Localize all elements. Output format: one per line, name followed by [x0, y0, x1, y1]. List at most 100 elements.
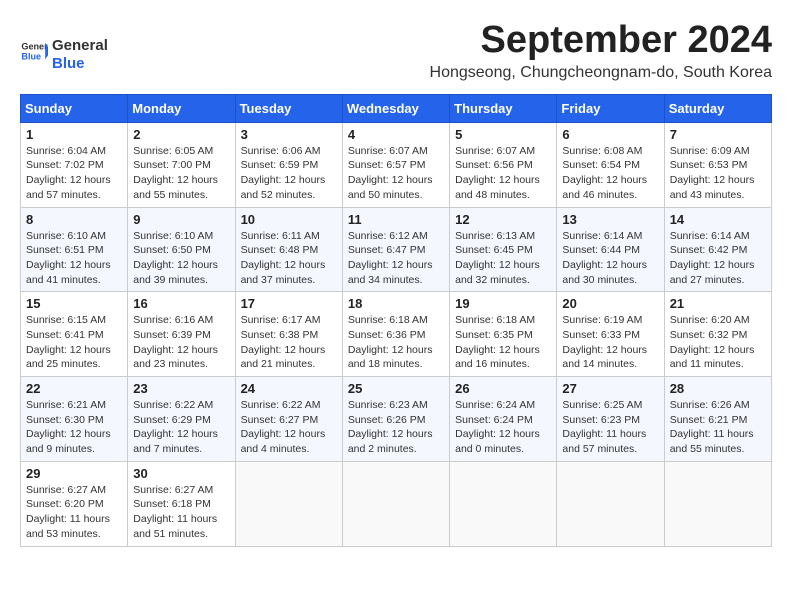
calendar-cell: 6 Sunrise: 6:08 AMSunset: 6:54 PMDaylight…	[557, 122, 664, 207]
day-info: Sunrise: 6:10 AMSunset: 6:50 PMDaylight:…	[133, 229, 229, 288]
calendar-cell: 1 Sunrise: 6:04 AMSunset: 7:02 PMDaylight…	[21, 122, 128, 207]
calendar-cell: 29 Sunrise: 6:27 AMSunset: 6:20 PMDayligh…	[21, 461, 128, 546]
day-number: 9	[133, 212, 229, 227]
calendar-cell: 23 Sunrise: 6:22 AMSunset: 6:29 PMDayligh…	[128, 377, 235, 462]
calendar-cell: 30 Sunrise: 6:27 AMSunset: 6:18 PMDayligh…	[128, 461, 235, 546]
day-number: 28	[670, 381, 766, 396]
calendar-cell: 7 Sunrise: 6:09 AMSunset: 6:53 PMDaylight…	[664, 122, 771, 207]
day-number: 17	[241, 296, 337, 311]
day-info: Sunrise: 6:10 AMSunset: 6:51 PMDaylight:…	[26, 229, 122, 288]
day-number: 30	[133, 466, 229, 481]
calendar-cell: 25 Sunrise: 6:23 AMSunset: 6:26 PMDayligh…	[342, 377, 449, 462]
day-number: 14	[670, 212, 766, 227]
day-info: Sunrise: 6:26 AMSunset: 6:21 PMDaylight:…	[670, 398, 766, 457]
day-info: Sunrise: 6:23 AMSunset: 6:26 PMDaylight:…	[348, 398, 444, 457]
calendar-cell: 17 Sunrise: 6:17 AMSunset: 6:38 PMDayligh…	[235, 292, 342, 377]
calendar-week-2: 8 Sunrise: 6:10 AMSunset: 6:51 PMDaylight…	[21, 207, 772, 292]
day-info: Sunrise: 6:13 AMSunset: 6:45 PMDaylight:…	[455, 229, 551, 288]
calendar-cell	[342, 461, 449, 546]
weekday-header-wednesday: Wednesday	[342, 94, 449, 122]
day-number: 27	[562, 381, 658, 396]
calendar-cell: 12 Sunrise: 6:13 AMSunset: 6:45 PMDayligh…	[450, 207, 557, 292]
calendar-cell: 5 Sunrise: 6:07 AMSunset: 6:56 PMDaylight…	[450, 122, 557, 207]
calendar-cell: 27 Sunrise: 6:25 AMSunset: 6:23 PMDayligh…	[557, 377, 664, 462]
day-number: 29	[26, 466, 122, 481]
calendar-cell: 8 Sunrise: 6:10 AMSunset: 6:51 PMDaylight…	[21, 207, 128, 292]
calendar-cell	[450, 461, 557, 546]
day-info: Sunrise: 6:08 AMSunset: 6:54 PMDaylight:…	[562, 144, 658, 203]
day-info: Sunrise: 6:18 AMSunset: 6:35 PMDaylight:…	[455, 313, 551, 372]
location-title: Hongseong, Chungcheongnam-do, South Kore…	[108, 64, 772, 82]
day-info: Sunrise: 6:22 AMSunset: 6:27 PMDaylight:…	[241, 398, 337, 457]
calendar-cell: 28 Sunrise: 6:26 AMSunset: 6:21 PMDayligh…	[664, 377, 771, 462]
calendar-cell: 24 Sunrise: 6:22 AMSunset: 6:27 PMDayligh…	[235, 377, 342, 462]
day-info: Sunrise: 6:22 AMSunset: 6:29 PMDaylight:…	[133, 398, 229, 457]
weekday-header-tuesday: Tuesday	[235, 94, 342, 122]
month-title: September 2024	[108, 20, 772, 62]
calendar-cell: 3Sunrise: 6:06 AMSunset: 6:59 PMDaylight…	[235, 122, 342, 207]
day-info: Sunrise: 6:09 AMSunset: 6:53 PMDaylight:…	[670, 144, 766, 203]
title-section: September 2024 Hongseong, Chungcheongnam…	[108, 20, 772, 82]
day-info: Sunrise: 6:05 AMSunset: 7:00 PMDaylight:…	[133, 144, 229, 203]
calendar-cell: 20 Sunrise: 6:19 AMSunset: 6:33 PMDayligh…	[557, 292, 664, 377]
day-number: 25	[348, 381, 444, 396]
day-number: 23	[133, 381, 229, 396]
day-info: Sunrise: 6:21 AMSunset: 6:30 PMDaylight:…	[26, 398, 122, 457]
day-info: Sunrise: 6:27 AMSunset: 6:18 PMDaylight:…	[133, 483, 229, 542]
day-info: Sunrise: 6:14 AMSunset: 6:42 PMDaylight:…	[670, 229, 766, 288]
calendar-cell: 11 Sunrise: 6:12 AMSunset: 6:47 PMDayligh…	[342, 207, 449, 292]
day-info: Sunrise: 6:06 AMSunset: 6:59 PMDaylight:…	[241, 144, 337, 203]
day-number: 5	[455, 127, 551, 142]
calendar-cell: 2 Sunrise: 6:05 AMSunset: 7:00 PMDaylight…	[128, 122, 235, 207]
day-info: Sunrise: 6:12 AMSunset: 6:47 PMDaylight:…	[348, 229, 444, 288]
calendar-week-1: 1 Sunrise: 6:04 AMSunset: 7:02 PMDaylight…	[21, 122, 772, 207]
weekday-header-monday: Monday	[128, 94, 235, 122]
calendar-cell: 22 Sunrise: 6:21 AMSunset: 6:30 PMDayligh…	[21, 377, 128, 462]
calendar-cell: 21Sunrise: 6:20 AMSunset: 6:32 PMDayligh…	[664, 292, 771, 377]
svg-text:Blue: Blue	[21, 52, 41, 62]
day-number: 2	[133, 127, 229, 142]
logo-text-line2: Blue	[52, 55, 108, 72]
weekday-header-sunday: Sunday	[21, 94, 128, 122]
day-number: 4	[348, 127, 444, 142]
calendar-cell	[235, 461, 342, 546]
day-info: Sunrise: 6:07 AMSunset: 6:56 PMDaylight:…	[455, 144, 551, 203]
day-info: Sunrise: 6:14 AMSunset: 6:44 PMDaylight:…	[562, 229, 658, 288]
calendar-week-5: 29 Sunrise: 6:27 AMSunset: 6:20 PMDayligh…	[21, 461, 772, 546]
calendar-table: SundayMondayTuesdayWednesdayThursdayFrid…	[20, 94, 772, 547]
day-info: Sunrise: 6:25 AMSunset: 6:23 PMDaylight:…	[562, 398, 658, 457]
day-number: 15	[26, 296, 122, 311]
calendar-cell	[557, 461, 664, 546]
day-number: 12	[455, 212, 551, 227]
day-number: 1	[26, 127, 122, 142]
day-number: 6	[562, 127, 658, 142]
day-number: 22	[26, 381, 122, 396]
day-number: 20	[562, 296, 658, 311]
day-number: 24	[241, 381, 337, 396]
day-info: Sunrise: 6:07 AMSunset: 6:57 PMDaylight:…	[348, 144, 444, 203]
calendar-cell: 15 Sunrise: 6:15 AMSunset: 6:41 PMDayligh…	[21, 292, 128, 377]
calendar-cell: 10Sunrise: 6:11 AMSunset: 6:48 PMDayligh…	[235, 207, 342, 292]
day-info: Sunrise: 6:27 AMSunset: 6:20 PMDaylight:…	[26, 483, 122, 542]
day-info: Sunrise: 6:24 AMSunset: 6:24 PMDaylight:…	[455, 398, 551, 457]
day-info: Sunrise: 6:11 AMSunset: 6:48 PMDaylight:…	[241, 229, 337, 288]
day-info: Sunrise: 6:16 AMSunset: 6:39 PMDaylight:…	[133, 313, 229, 372]
day-number: 8	[26, 212, 122, 227]
day-number: 26	[455, 381, 551, 396]
day-info: Sunrise: 6:19 AMSunset: 6:33 PMDaylight:…	[562, 313, 658, 372]
calendar-week-4: 22 Sunrise: 6:21 AMSunset: 6:30 PMDayligh…	[21, 377, 772, 462]
day-number: 11	[348, 212, 444, 227]
calendar-cell: 16Sunrise: 6:16 AMSunset: 6:39 PMDayligh…	[128, 292, 235, 377]
weekday-header-thursday: Thursday	[450, 94, 557, 122]
day-number: 13	[562, 212, 658, 227]
day-info: Sunrise: 6:04 AMSunset: 7:02 PMDaylight:…	[26, 144, 122, 203]
day-info: Sunrise: 6:15 AMSunset: 6:41 PMDaylight:…	[26, 313, 122, 372]
day-number: 7	[670, 127, 766, 142]
day-number: 18	[348, 296, 444, 311]
day-info: Sunrise: 6:17 AMSunset: 6:38 PMDaylight:…	[241, 313, 337, 372]
weekday-header-saturday: Saturday	[664, 94, 771, 122]
general-blue-icon: General Blue	[20, 37, 48, 65]
calendar-cell: 9 Sunrise: 6:10 AMSunset: 6:50 PMDaylight…	[128, 207, 235, 292]
calendar-cell: 4 Sunrise: 6:07 AMSunset: 6:57 PMDaylight…	[342, 122, 449, 207]
calendar-cell: 18Sunrise: 6:18 AMSunset: 6:36 PMDayligh…	[342, 292, 449, 377]
